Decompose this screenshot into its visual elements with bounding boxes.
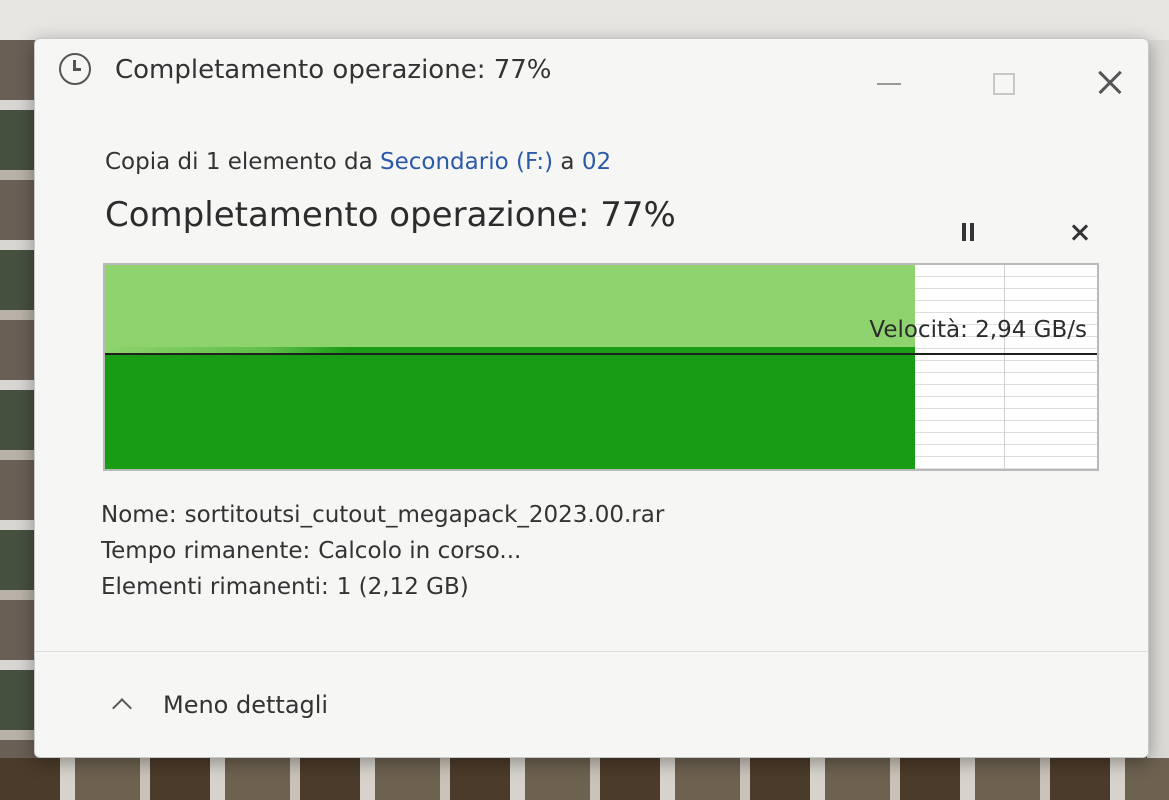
pause-button[interactable] — [953, 217, 983, 247]
copy-progress-dialog: Completamento operazione: 77% Copia di 1… — [34, 38, 1149, 758]
minimize-button[interactable] — [871, 65, 907, 101]
maximize-button[interactable] — [985, 65, 1021, 101]
progress-heading: Completamento operazione: 77% — [105, 195, 676, 235]
speed-area — [105, 347, 915, 469]
detail-name-row: Nome: sortitoutsi_cutout_megapack_2023.00… — [101, 497, 664, 533]
transfer-speed-graph: Velocità: 2,94 GB/s — [103, 263, 1099, 471]
items-label: Elementi rimanenti: — [101, 574, 329, 600]
close-window-button[interactable] — [1093, 65, 1129, 101]
title-bar[interactable]: Completamento operazione: 77% — [35, 39, 1148, 111]
name-label: Nome: — [101, 502, 177, 528]
copy-connector: a — [553, 149, 582, 175]
current-speed-line — [105, 353, 1097, 355]
detail-time-row: Tempo rimanente: Calcolo in corso... — [101, 533, 664, 569]
explorer-bottom-thumbnails — [0, 758, 1169, 800]
source-link[interactable]: Secondario (F:) — [380, 149, 553, 175]
clock-icon — [59, 53, 91, 85]
chevron-up-icon — [112, 698, 132, 718]
explorer-right-thumbnails — [1147, 40, 1169, 760]
detail-items-row: Elementi rimanenti: 1 (2,12 GB) — [101, 569, 664, 605]
less-details-label: Meno dettagli — [163, 691, 329, 719]
time-value: Calcolo in corso... — [318, 538, 522, 564]
window-title: Completamento operazione: 77% — [115, 55, 552, 85]
cancel-button[interactable] — [1065, 217, 1095, 247]
items-value: 1 (2,12 GB) — [336, 574, 469, 600]
speed-label: Velocità: 2,94 GB/s — [869, 317, 1087, 343]
details-panel: Nome: sortitoutsi_cutout_megapack_2023.00… — [101, 497, 664, 605]
footer-divider — [35, 651, 1148, 652]
explorer-file-strip — [0, 0, 1169, 40]
explorer-left-thumbnails — [0, 40, 36, 760]
destination-link[interactable]: 02 — [582, 149, 611, 175]
copy-description: Copia di 1 elemento da Secondario (F:) a… — [105, 149, 611, 175]
time-label: Tempo rimanente: — [101, 538, 311, 564]
pause-icon — [962, 223, 966, 241]
copy-prefix: Copia di 1 elemento da — [105, 149, 381, 175]
name-value: sortitoutsi_cutout_megapack_2023.00.rar — [184, 502, 665, 528]
